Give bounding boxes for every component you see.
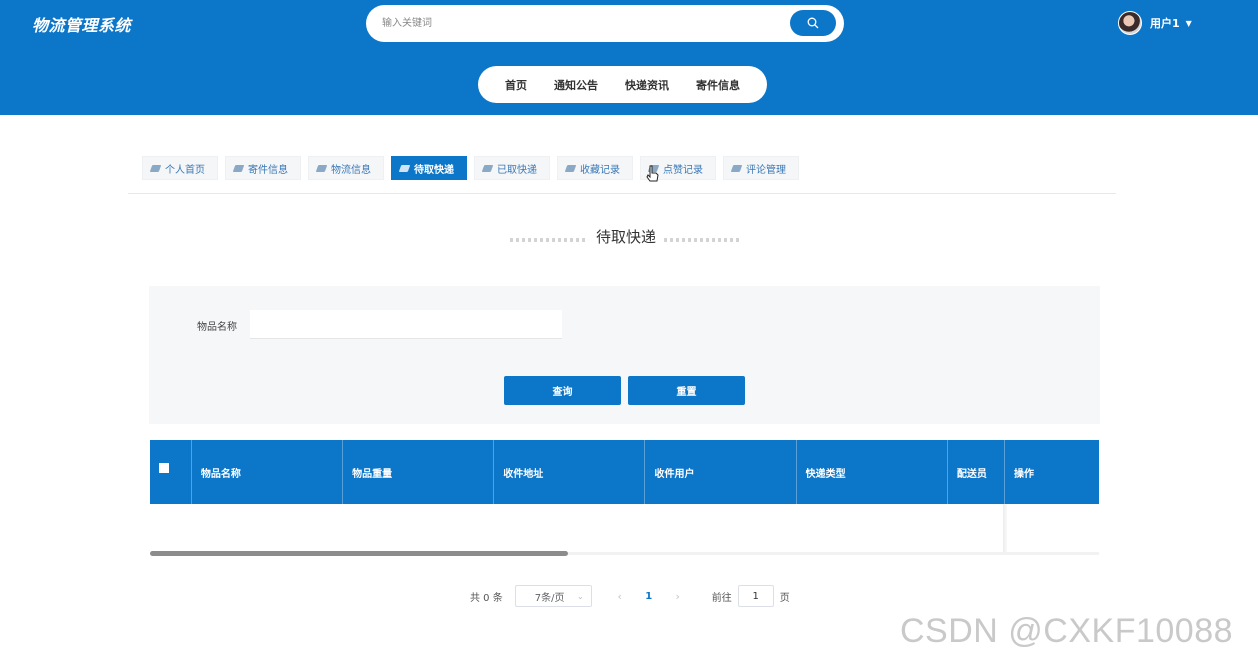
column-header[interactable]: 收件用户 bbox=[645, 440, 797, 504]
tag-icon bbox=[730, 164, 743, 172]
search-icon bbox=[807, 17, 819, 29]
tag-icon bbox=[481, 164, 494, 172]
page-size-value: 7条/页 bbox=[534, 592, 565, 604]
chevron-down-icon: ⌄ bbox=[577, 591, 584, 601]
data-table-header: 物品名称 物品重量 收件地址 收件用户 快递类型 配送员 操作 bbox=[150, 440, 1100, 504]
avatar bbox=[1118, 11, 1142, 35]
select-all-checkbox[interactable] bbox=[159, 463, 169, 473]
nav-item-news[interactable]: 快递资讯 bbox=[625, 77, 669, 93]
watermark: CSDN @CXKF10088 bbox=[900, 612, 1234, 650]
tag-icon bbox=[564, 164, 577, 172]
tab-send-info[interactable]: 寄件信息 bbox=[225, 156, 301, 180]
page-jump: 前往 页 bbox=[712, 585, 790, 607]
search-form: 物品名称 查询 重置 bbox=[149, 286, 1100, 424]
title-decoration-right bbox=[664, 237, 742, 242]
page-number[interactable]: 1 bbox=[638, 591, 660, 602]
nav-item-notice[interactable]: 通知公告 bbox=[554, 77, 598, 93]
user-menu[interactable]: 用户1 ▼ bbox=[1118, 11, 1192, 35]
prev-page-button[interactable]: ‹ bbox=[606, 590, 634, 603]
goto-page-input[interactable] bbox=[737, 585, 774, 607]
table-body bbox=[150, 504, 1099, 554]
top-header: 物流管理系统 用户1 ▼ 首页 通知公告 快递资讯 寄件信息 bbox=[0, 0, 1258, 115]
chevron-down-icon: ▼ bbox=[1185, 18, 1192, 28]
profile-tabs: 个人首页 寄件信息 物流信息 待取快递 已取快递 收藏记录 点赞记录 评论管理 bbox=[142, 156, 806, 180]
tab-logistics-info[interactable]: 物流信息 bbox=[308, 156, 384, 180]
column-header[interactable]: 快递类型 bbox=[797, 440, 948, 504]
app-logo[interactable]: 物流管理系统 bbox=[32, 12, 131, 36]
nav-item-send-info[interactable]: 寄件信息 bbox=[696, 77, 740, 93]
tag-icon bbox=[398, 164, 411, 172]
goto-label: 前往 bbox=[711, 592, 732, 604]
mouse-cursor-icon bbox=[646, 165, 659, 182]
page-size-select[interactable]: 7条/页 ⌄ bbox=[514, 585, 592, 607]
tab-comments[interactable]: 评论管理 bbox=[723, 156, 799, 180]
next-page-button[interactable]: › bbox=[664, 590, 692, 603]
tab-favorites[interactable]: 收藏记录 bbox=[557, 156, 633, 180]
search-input[interactable] bbox=[382, 5, 772, 42]
page-title: 待取快递 bbox=[595, 228, 656, 246]
column-header[interactable]: 收件地址 bbox=[494, 440, 646, 504]
tag-icon bbox=[315, 164, 328, 172]
column-header[interactable]: 物品重量 bbox=[343, 440, 495, 504]
scroll-track bbox=[568, 552, 1099, 555]
page-suffix: 页 bbox=[779, 592, 790, 604]
column-header-ops: 操作 bbox=[1004, 440, 1099, 504]
item-name-input[interactable] bbox=[250, 310, 562, 339]
reset-button[interactable]: 重置 bbox=[628, 376, 745, 405]
user-name: 用户1 bbox=[1150, 17, 1180, 30]
pagination: 共 0 条 7条/页 ⌄ ‹ 1 › 前往 页 bbox=[470, 585, 790, 607]
total-count: 共 0 条 bbox=[470, 592, 503, 604]
tag-icon bbox=[149, 164, 162, 172]
query-button[interactable]: 查询 bbox=[504, 376, 621, 405]
title-decoration-left bbox=[509, 237, 588, 242]
main-nav: 首页 通知公告 快递资讯 寄件信息 bbox=[478, 66, 767, 103]
section-title: 待取快递 bbox=[508, 226, 744, 247]
tab-personal-home[interactable]: 个人首页 bbox=[142, 156, 218, 180]
tab-picked-up[interactable]: 已取快递 bbox=[474, 156, 550, 180]
horizontal-scrollbar[interactable] bbox=[150, 551, 568, 556]
search-button[interactable] bbox=[790, 10, 836, 36]
select-all-cell bbox=[150, 440, 192, 504]
divider bbox=[128, 193, 1116, 194]
nav-item-home[interactable]: 首页 bbox=[505, 77, 527, 93]
search-bar bbox=[366, 5, 844, 42]
fixed-column-shadow bbox=[1003, 504, 1007, 554]
item-name-label: 物品名称 bbox=[197, 322, 237, 333]
tag-icon bbox=[232, 164, 245, 172]
tab-pending-pickup[interactable]: 待取快递 bbox=[391, 156, 467, 180]
column-header[interactable]: 物品名称 bbox=[192, 440, 344, 504]
